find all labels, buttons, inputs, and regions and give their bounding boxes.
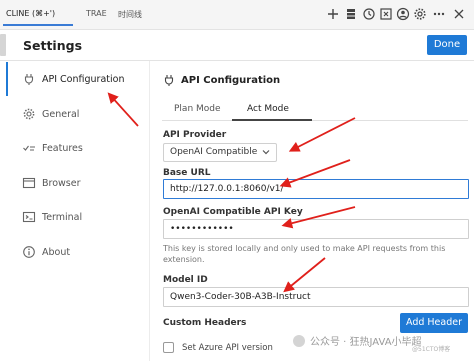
azure-api-version-row[interactable]: Set Azure API version (163, 342, 273, 353)
model-id-input[interactable]: Qwen3-Coder-30B-A3B-Instruct (163, 287, 469, 307)
tab-cline[interactable]: CLINE (⌘+') (6, 9, 55, 18)
sidebar-item-terminal[interactable]: Terminal (8, 200, 148, 234)
api-key-input[interactable]: •••••••••••• (163, 219, 469, 239)
sidebar-item-about[interactable]: About (8, 235, 148, 269)
sidebar-item-label: Features (42, 142, 83, 154)
plug-icon (162, 73, 176, 87)
base-url-label: Base URL (163, 168, 211, 178)
info-icon (22, 245, 36, 259)
gear-icon[interactable] (413, 7, 427, 21)
azure-api-version-checkbox[interactable] (163, 342, 174, 353)
mode-tabs: Plan Mode Act Mode (162, 99, 468, 121)
mcp-server-icon[interactable] (379, 7, 393, 21)
sidebar-item-general[interactable]: General (8, 97, 148, 131)
api-key-label: OpenAI Compatible API Key (163, 207, 303, 217)
tab-trae[interactable]: TRAE (86, 9, 107, 18)
chevron-down-icon (261, 147, 271, 157)
history-icon[interactable] (362, 7, 376, 21)
azure-api-version-label: Set Azure API version (182, 342, 273, 353)
section-title-text: API Configuration (181, 74, 281, 86)
watermark-sub: @51CTO博客 (412, 346, 451, 353)
tab-timeline[interactable]: 时间线 (118, 9, 142, 20)
custom-headers-label: Custom Headers (163, 318, 247, 328)
watermark: 公众号 · 狂热JAVA小毕超 (292, 333, 422, 348)
active-mode-indicator (232, 119, 312, 121)
base-url-input[interactable]: http://127.0.0.1:8060/v1/ (163, 179, 469, 199)
api-provider-select[interactable]: OpenAI Compatible (163, 143, 277, 162)
sidebar-item-label: About (42, 246, 71, 258)
account-icon[interactable] (396, 7, 410, 21)
gear-icon (22, 107, 36, 121)
settings-main-panel: API Configuration Plan Mode Act Mode API… (150, 61, 474, 361)
plug-icon (22, 72, 36, 86)
scrollbar-thumb[interactable] (0, 34, 6, 56)
close-icon[interactable] (452, 7, 466, 21)
add-header-button[interactable]: Add Header (400, 313, 468, 333)
tab-plan-mode[interactable]: Plan Mode (174, 104, 221, 114)
settings-sidebar: API Configuration General Features Brows… (0, 61, 150, 361)
terminal-icon (22, 210, 36, 224)
api-key-help-text: This key is stored locally and only used… (163, 244, 446, 264)
sidebar-item-api-configuration[interactable]: API Configuration (6, 62, 146, 96)
model-id-label: Model ID (163, 275, 208, 285)
browser-icon (22, 176, 36, 190)
watermark-text: 公众号 · 狂热JAVA小毕超 (310, 337, 422, 348)
section-title: API Configuration (162, 73, 280, 87)
plus-icon[interactable] (326, 7, 340, 21)
sidebar-item-features[interactable]: Features (8, 131, 148, 165)
tab-act-mode[interactable]: Act Mode (247, 104, 289, 114)
sidebar-item-label: General (42, 108, 80, 120)
wechat-icon (292, 334, 306, 348)
sidebar-item-label: API Configuration (42, 73, 125, 85)
active-tab-indicator (3, 24, 73, 26)
sidebar-item-label: Terminal (42, 211, 83, 223)
page-title: Settings (23, 38, 83, 53)
api-provider-label: API Provider (163, 130, 227, 140)
checklist-icon (22, 141, 36, 155)
sidebar-item-browser[interactable]: Browser (8, 166, 148, 200)
more-icon[interactable] (432, 7, 446, 21)
done-button[interactable]: Done (427, 35, 467, 55)
top-tab-bar: CLINE (⌘+') TRAE 时间线 (0, 0, 474, 30)
api-provider-value: OpenAI Compatible (170, 147, 258, 157)
database-icon[interactable] (344, 7, 358, 21)
sidebar-item-label: Browser (42, 177, 81, 189)
